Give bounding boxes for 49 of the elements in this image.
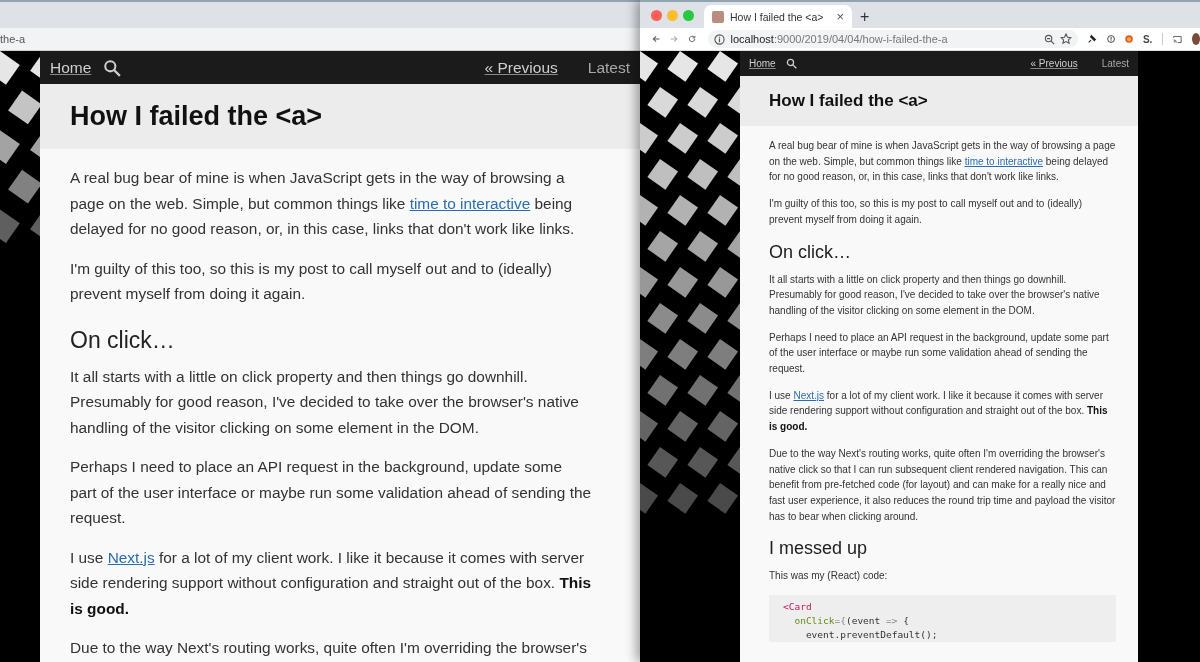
paragraph: This was my (React) code: xyxy=(769,569,889,584)
browser-tab[interactable]: How I failed the <a> × xyxy=(704,5,852,28)
paragraph: I use Next.js for a lot of my client work. I like it because it comes with server side rendering support without configuration and straight out of the box. This is good. xyxy=(769,388,1109,435)
latest-link[interactable]: Latest xyxy=(587,58,630,77)
back-button[interactable] xyxy=(652,33,661,45)
extension-icon[interactable] xyxy=(1124,33,1133,45)
profile-avatar[interactable] xyxy=(1191,33,1200,45)
paragraph: It all starts with a little on click property and then things go downhill. Presumably for good reason, I've decided to take over the browser's native handling of the visitor clicking on some element in the DOM. xyxy=(769,272,1101,318)
paragraph: I'm guilty of this too, so this is my post to call myself out and to (ideally) prevent myself from doing it again. xyxy=(70,258,553,304)
paragraph: Perhaps I need to place an API request in the background, update some part of the user interface or maybe run some validation ahead of sending the request. xyxy=(70,457,592,528)
search-icon[interactable] xyxy=(103,58,122,77)
paragraph: It all starts with a little on click property and then things go downhill. Presumably for good reason, I've decided to take over the browser's native handling of the visitor clicking on some element in the DOM. xyxy=(70,366,580,438)
paragraph: A real bug bear of mine is when JavaScript gets in the way of browsing a page on the web. Simple, but common things like time to interactive being delayed for no good reason, or, in this case, links that don't work like links. xyxy=(769,139,1116,185)
cast-icon[interactable] xyxy=(1173,33,1182,45)
code-block: <Card onClick={(event => { event.preventDefault(); xyxy=(769,595,1116,643)
url-text: localhost:9000/2019/04/04/how-i-failed-the-a xyxy=(730,33,949,45)
section-heading: I messed up xyxy=(769,538,869,560)
paragraph: I'm guilty of this too, so this is my post to call myself out and to (ideally) prevent myself from doing it again. xyxy=(769,197,1084,227)
paragraph: Perhaps I need to place an API request in the background, update some part of the user interface or maybe run some validation ahead of sending the request. xyxy=(769,330,1110,377)
extension-button[interactable]: S. xyxy=(1142,33,1153,45)
star-button[interactable] xyxy=(1060,33,1073,45)
zoom-icon[interactable] xyxy=(1044,33,1056,45)
alert-circle-icon[interactable] xyxy=(1106,33,1115,45)
search-icon[interactable] xyxy=(785,58,797,69)
favicon xyxy=(712,10,724,23)
text-link[interactable]: time to interactive xyxy=(409,194,531,212)
text-link[interactable]: Next.js xyxy=(793,389,825,401)
paragraph: Due to the way Next's routing works, quite often I'm overriding the browser's native click so that I can run subsequent client rendered navigation. This can benefit from pre-fetched code (for layout) and can make for a really nice and fast user experience, it also reduces the round trip time and payload the visitor has to bear when clicking around. xyxy=(769,446,1116,524)
post-title: How I failed the <a> xyxy=(70,101,323,132)
latest-link[interactable]: Latest xyxy=(1101,58,1129,69)
new-tab-button[interactable]: + xyxy=(860,9,870,25)
section-heading: On click… xyxy=(769,241,852,263)
paragraph: Due to the way Next's routing works, quite often I'm overriding the browser's xyxy=(70,638,588,658)
paragraph: I use Next.js for a lot of my client work. I like it because it comes with server side rendering support without configuration and straight out of the box. This is good. xyxy=(70,547,592,619)
reload-button[interactable] xyxy=(688,33,697,45)
text-link[interactable]: Next.js xyxy=(107,548,155,566)
address-field[interactable]: localhost:9000/2019/04/04/how-i-failed-the-a xyxy=(708,30,1079,48)
previous-link[interactable]: « Previous xyxy=(1030,58,1078,69)
home-link[interactable]: Home xyxy=(749,58,776,69)
text-link[interactable]: time to interactive xyxy=(964,155,1044,167)
home-link[interactable]: Home xyxy=(50,58,92,77)
url-text: the-a xyxy=(0,33,26,45)
paragraph: A real bug bear of mine is when JavaScript gets in the way of browsing a page on the web. Simple, but common things like time to interactive being delayed for no good reason, or, in this case, links that don't work like links. xyxy=(70,168,576,239)
tab-close-button[interactable]: × xyxy=(836,10,844,23)
section-heading: On click… xyxy=(70,326,176,354)
info-icon[interactable] xyxy=(714,33,726,45)
previous-link[interactable]: « Previous xyxy=(484,58,558,77)
pin-icon[interactable] xyxy=(1088,33,1097,45)
post-title: How I failed the <a> xyxy=(769,91,928,111)
